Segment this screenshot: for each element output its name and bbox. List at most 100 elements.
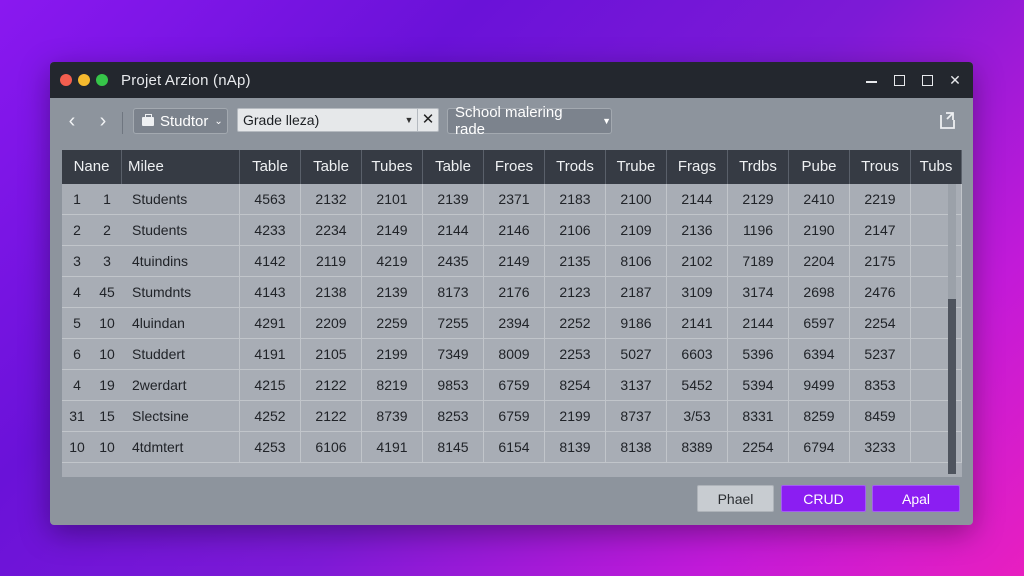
column-header[interactable]: Nane bbox=[62, 150, 122, 184]
table-cell: 8145 bbox=[423, 432, 484, 463]
table-cell: 2132 bbox=[301, 184, 362, 215]
caret-down-icon[interactable]: ▼ bbox=[401, 115, 417, 125]
table-cell: 5394 bbox=[728, 370, 789, 401]
table-cell: 2147 bbox=[850, 215, 911, 246]
table-cell: 2253 bbox=[545, 339, 606, 370]
table-row[interactable]: 4 19 2werdart 4215 2122 8219 9853 6759 8254 3137 5… bbox=[62, 370, 962, 401]
minimize-dot-icon[interactable] bbox=[78, 74, 90, 86]
window-title: Projet Arzion (nAp) bbox=[121, 71, 251, 89]
table-cell: 6603 bbox=[667, 339, 728, 370]
table-cell: 3233 bbox=[850, 432, 911, 463]
table-cell: 2144 bbox=[728, 308, 789, 339]
toolbar-divider bbox=[122, 112, 123, 134]
close-icon[interactable]: ✕ bbox=[949, 72, 961, 88]
table-row[interactable]: 1 1 Students 4563 2132 2101 2139 2371 2183 2100 21… bbox=[62, 184, 962, 215]
table-cell: 2698 bbox=[789, 277, 850, 308]
table-cell: 8737 bbox=[606, 401, 667, 432]
table-row[interactable]: 10 10 4tdmtert 4253 6106 4191 8145 6154 8139 8138… bbox=[62, 432, 962, 463]
table-cell: 8353 bbox=[850, 370, 911, 401]
column-header[interactable]: Tubes bbox=[362, 150, 423, 184]
table-cell: 8254 bbox=[545, 370, 606, 401]
table-cell: 7349 bbox=[423, 339, 484, 370]
table-cell: 2 bbox=[103, 222, 111, 238]
table-cell: Studdert bbox=[122, 339, 240, 370]
table-cell: 2102 bbox=[667, 246, 728, 277]
table-cell: 2144 bbox=[667, 184, 728, 215]
table-header: Nane Milee Table Table Tubes Table Froes… bbox=[62, 150, 962, 184]
table-cell: 8331 bbox=[728, 401, 789, 432]
zoom-dot-icon[interactable] bbox=[96, 74, 108, 86]
table-cell: 2109 bbox=[606, 215, 667, 246]
table-cell: 2209 bbox=[301, 308, 362, 339]
table-cell: 3 bbox=[73, 253, 81, 269]
column-header[interactable]: Trube bbox=[606, 150, 667, 184]
table-cell: 2100 bbox=[606, 184, 667, 215]
table-cell: 2101 bbox=[362, 184, 423, 215]
table-cell: 4253 bbox=[240, 432, 301, 463]
column-header[interactable]: Table bbox=[240, 150, 301, 184]
table-cell: 2123 bbox=[545, 277, 606, 308]
table-cell: 1196 bbox=[728, 215, 789, 246]
app-window: Projet Arzion (nAp) ✕ ‹ › Studtor ⌄ Grad… bbox=[50, 62, 973, 525]
table-row[interactable]: 6 10 Studdert 4191 2105 2199 7349 8009 2253 5027 6… bbox=[62, 339, 962, 370]
toolbar: ‹ › Studtor ⌄ Grade lleza) ▼ ✕ School ma… bbox=[50, 98, 973, 146]
table-row[interactable]: 3 3 4tuindins 4142 2119 4219 2435 2149 2135 8106 2… bbox=[62, 246, 962, 277]
column-header[interactable]: Table bbox=[301, 150, 362, 184]
restore-icon[interactable] bbox=[921, 74, 933, 86]
student-button-label: Studtor bbox=[160, 112, 209, 130]
grade-combo-field[interactable]: Grade lleza) ▼ ✕ bbox=[237, 108, 439, 132]
table-cell: 2254 bbox=[728, 432, 789, 463]
column-header[interactable]: Table bbox=[423, 150, 484, 184]
table-cell: 2204 bbox=[789, 246, 850, 277]
table-cell: 2122 bbox=[301, 370, 362, 401]
column-header[interactable]: Pube bbox=[789, 150, 850, 184]
chevron-down-icon: ⌄ bbox=[214, 115, 223, 127]
column-header[interactable]: Milee bbox=[122, 150, 240, 184]
close-dot-icon[interactable] bbox=[60, 74, 72, 86]
table-cell: 2146 bbox=[484, 215, 545, 246]
table-row[interactable]: 4 45 Stumdnts 4143 2138 2139 8173 2176 2123 2187 3… bbox=[62, 277, 962, 308]
table-row[interactable]: 5 10 4luindan 4291 2209 2259 7255 2394 2252 9186 2… bbox=[62, 308, 962, 339]
table-row[interactable]: 2 2 Students 4233 2234 2149 2144 2146 2106 2109 21… bbox=[62, 215, 962, 246]
column-header[interactable]: Frags bbox=[667, 150, 728, 184]
table-cell: 4215 bbox=[240, 370, 301, 401]
table-cell: 4luindan bbox=[122, 308, 240, 339]
phael-button[interactable]: Phael bbox=[697, 485, 774, 512]
table-cell: 4tdmtert bbox=[122, 432, 240, 463]
maximize-icon[interactable] bbox=[893, 74, 905, 86]
table-cell: 2259 bbox=[362, 308, 423, 339]
crud-button[interactable]: CRUD bbox=[781, 485, 866, 512]
column-header[interactable]: Trods bbox=[545, 150, 606, 184]
clear-icon[interactable]: ✕ bbox=[417, 109, 438, 131]
table-cell: 3109 bbox=[667, 277, 728, 308]
table-cell: 8253 bbox=[423, 401, 484, 432]
window-controls-left bbox=[60, 74, 108, 86]
table-row[interactable]: 31 15 Slectsine 4252 2122 8739 8253 6759 2199 873… bbox=[62, 401, 962, 432]
column-header[interactable]: Trdbs bbox=[728, 150, 789, 184]
grade-field-value[interactable]: Grade lleza) bbox=[238, 112, 401, 128]
apal-button[interactable]: Apal bbox=[872, 485, 960, 512]
export-icon[interactable] bbox=[939, 110, 957, 130]
school-select[interactable]: School malering rade ▼ bbox=[447, 104, 612, 138]
table-cell: 5 bbox=[73, 315, 81, 331]
table-cell: 2183 bbox=[545, 184, 606, 215]
back-arrow-icon[interactable]: ‹ bbox=[60, 110, 84, 134]
column-header[interactable]: Tubs bbox=[911, 150, 962, 184]
table-cell: 10 bbox=[99, 439, 115, 455]
table-cell: 2187 bbox=[606, 277, 667, 308]
table-cell: 2234 bbox=[301, 215, 362, 246]
student-dropdown-button[interactable]: Studtor ⌄ bbox=[133, 108, 228, 134]
table-cell: 4143 bbox=[240, 277, 301, 308]
table-cell: 5396 bbox=[728, 339, 789, 370]
column-header[interactable]: Trous bbox=[850, 150, 911, 184]
forward-arrow-icon[interactable]: › bbox=[91, 110, 115, 134]
minimize-icon[interactable] bbox=[865, 74, 877, 86]
school-select-value: School malering rade bbox=[455, 104, 563, 138]
scrollbar-thumb[interactable] bbox=[948, 299, 956, 474]
table-cell: 1 bbox=[103, 191, 111, 207]
vertical-scrollbar[interactable] bbox=[948, 184, 956, 474]
table-cell: 2 bbox=[73, 222, 81, 238]
table-cell: 5027 bbox=[606, 339, 667, 370]
column-header[interactable]: Froes bbox=[484, 150, 545, 184]
table-cell: 2119 bbox=[301, 246, 362, 277]
